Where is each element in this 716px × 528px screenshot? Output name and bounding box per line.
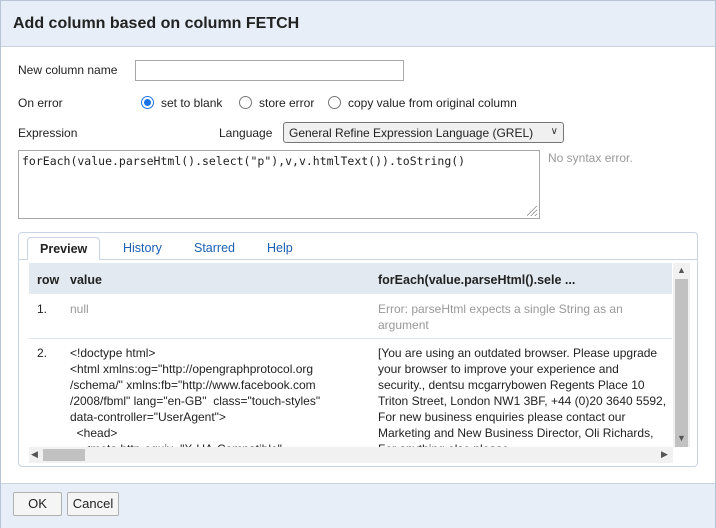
column-header-row: row — [37, 273, 60, 287]
preview-table: row value forEach(value.parseHtml().sele… — [29, 263, 691, 447]
syntax-status: No syntax error. — [548, 151, 633, 165]
radio-set-to-blank-label[interactable]: set to blank — [161, 96, 222, 110]
scroll-up-icon[interactable]: ▲ — [677, 265, 686, 275]
row-value: <!doctype html> <html xmlns:og="http://o… — [70, 346, 321, 447]
language-select-value: General Refine Expression Language (GREL… — [289, 126, 534, 140]
horizontal-scrollbar[interactable]: ◀ ▶ — [29, 447, 673, 463]
add-column-dialog: Add column based on column FETCH New col… — [0, 0, 716, 528]
scroll-left-icon[interactable]: ◀ — [31, 449, 38, 460]
new-column-name-input[interactable] — [135, 60, 404, 81]
language-select[interactable]: General Refine Expression Language (GREL… — [283, 122, 564, 143]
row-value: null — [70, 302, 89, 316]
tab-history[interactable]: History — [123, 237, 162, 259]
scroll-right-icon[interactable]: ▶ — [661, 449, 668, 460]
new-column-name-label: New column name — [18, 63, 118, 77]
expression-textarea[interactable]: forEach(value.parseHtml().select("p"),v,… — [18, 150, 540, 219]
column-header-value: value — [70, 273, 102, 287]
radio-copy-value[interactable] — [328, 96, 341, 109]
tab-starred[interactable]: Starred — [194, 237, 235, 259]
vertical-scrollbar[interactable]: ▲ ▼ — [673, 263, 690, 447]
table-row: 1. null Error: parseHtml expects a singl… — [29, 294, 672, 338]
dialog-title: Add column based on column FETCH — [13, 15, 300, 32]
radio-store-error-label[interactable]: store error — [259, 96, 314, 110]
row-number: 1. — [37, 302, 48, 316]
vertical-scroll-thumb[interactable] — [675, 279, 688, 447]
cancel-button[interactable]: Cancel — [67, 492, 119, 516]
chevron-down-icon: ∨ — [550, 126, 558, 137]
expression-label: Expression — [18, 126, 78, 140]
tab-divider — [19, 259, 697, 260]
dialog-header: Add column based on column FETCH — [1, 1, 715, 47]
radio-store-error[interactable] — [239, 96, 252, 109]
table-header: row value forEach(value.parseHtml().sele… — [29, 263, 672, 294]
tab-preview[interactable]: Preview — [27, 237, 101, 260]
dialog-footer: OK Cancel — [1, 483, 715, 528]
ok-button[interactable]: OK — [13, 492, 62, 516]
table-row: 2. <!doctype html> <html xmlns:og="http:… — [29, 339, 672, 447]
expression-code: forEach(value.parseHtml().select("p"),v,… — [22, 154, 466, 168]
scroll-down-icon[interactable]: ▼ — [677, 433, 686, 443]
row-result: Error: parseHtml expects a single String… — [378, 302, 623, 332]
horizontal-scroll-thumb[interactable] — [43, 449, 85, 461]
language-label: Language — [219, 126, 273, 140]
row-number: 2. — [37, 346, 48, 360]
radio-copy-value-label[interactable]: copy value from original column — [348, 96, 517, 110]
tab-help[interactable]: Help — [267, 237, 293, 259]
resize-handle-icon[interactable] — [527, 206, 537, 216]
on-error-label: On error — [18, 96, 63, 110]
row-result: [You are using an outdated browser. Plea… — [378, 346, 667, 447]
column-header-result: forEach(value.parseHtml().sele ... — [378, 273, 576, 287]
radio-set-to-blank[interactable] — [141, 96, 154, 109]
